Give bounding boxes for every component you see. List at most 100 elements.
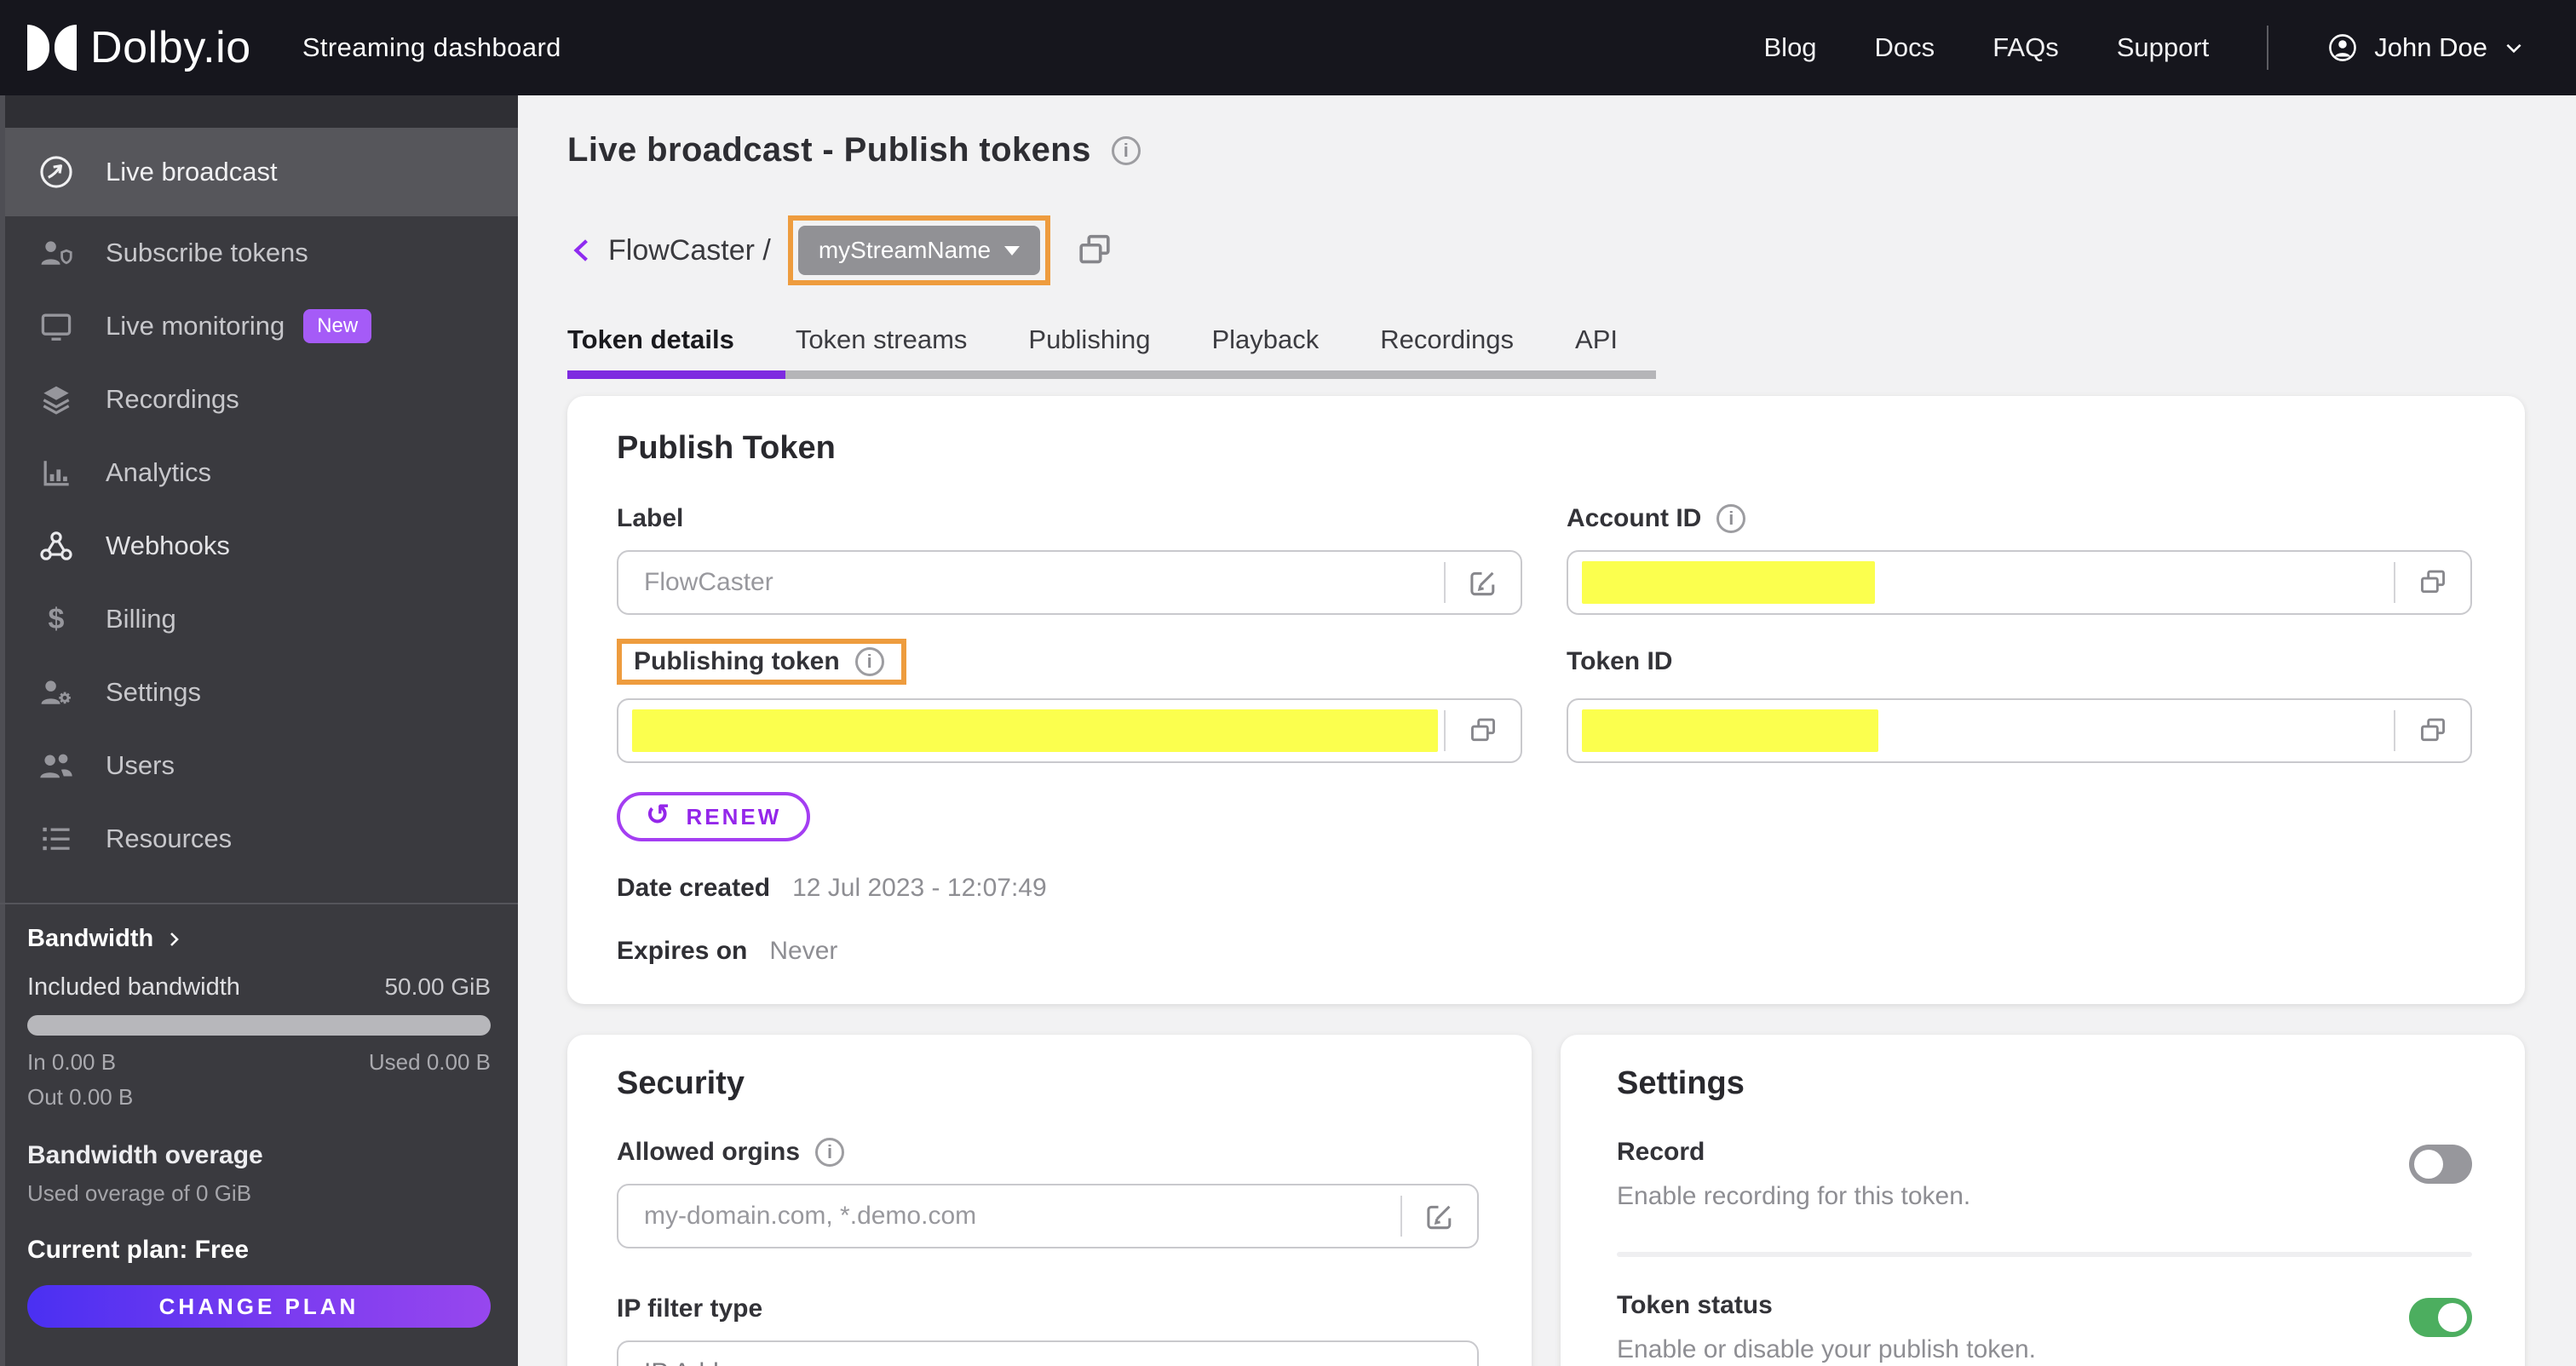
sidebar-item-label: Billing [106, 604, 176, 634]
included-bandwidth-label: Included bandwidth [27, 973, 240, 1001]
bandwidth-header[interactable]: Bandwidth [27, 925, 491, 953]
publish-token-title: Publish Token [617, 430, 836, 466]
copy-publishing-token-button[interactable] [1446, 700, 1521, 761]
new-badge: New [303, 309, 372, 343]
ip-filter-label-row: IP filter type [617, 1294, 1479, 1323]
sidebar-item-label: Subscribe tokens [106, 238, 308, 267]
edit-label-button[interactable] [1446, 552, 1521, 613]
webhook-icon [37, 527, 75, 565]
tab-api[interactable]: API [1575, 324, 1618, 355]
redacted-value [632, 709, 1438, 752]
person-gear-icon [37, 674, 75, 711]
edit-allowed-origins-button[interactable] [1402, 1185, 1477, 1247]
record-description: Enable recording for this token. [1617, 1182, 1971, 1210]
sidebar-item-live-monitoring[interactable]: Live monitoring New [0, 290, 518, 363]
sidebar-item-label: Live broadcast [106, 157, 278, 187]
ip-filter-select[interactable]: IP Addresses [617, 1340, 1479, 1366]
sidebar-item-label: Settings [106, 677, 202, 707]
chevron-right-icon [164, 929, 184, 950]
main-content: Live broadcast - Publish tokens i FlowCa… [518, 95, 2576, 1366]
token-status-row: Token status Enable or disable your publ… [1617, 1291, 2472, 1364]
copy-stream-name-button[interactable] [1074, 230, 1115, 271]
record-toggle[interactable] [2409, 1145, 2472, 1184]
sidebar-item-resources[interactable]: Resources [0, 802, 518, 875]
copy-account-id-button[interactable] [2395, 552, 2470, 613]
ip-filter-label: IP filter type [617, 1294, 763, 1323]
sidebar-item-subscribe-tokens[interactable]: Subscribe tokens [0, 216, 518, 290]
nav-link-blog[interactable]: Blog [1764, 32, 1817, 63]
tab-recordings[interactable]: Recordings [1380, 324, 1514, 355]
stream-name-dropdown[interactable]: myStreamName [797, 226, 1041, 275]
nav-link-docs[interactable]: Docs [1875, 32, 1935, 63]
nav-link-faqs[interactable]: FAQs [1992, 32, 2059, 63]
expires-label: Expires on [617, 937, 748, 965]
redacted-value [1582, 561, 1875, 604]
info-icon[interactable]: i [854, 647, 884, 676]
bandwidth-in: In 0.00 B [27, 1049, 117, 1075]
chevron-down-icon [2503, 37, 2525, 59]
sidebar-item-recordings[interactable]: Recordings [0, 363, 518, 436]
nav-link-support[interactable]: Support [2117, 32, 2210, 63]
tab-token-streams[interactable]: Token streams [796, 324, 968, 355]
allowed-origins-input[interactable]: my-domain.com, *.demo.com [617, 1184, 1479, 1248]
info-icon[interactable]: i [815, 1138, 845, 1167]
token-id-label-row: Token ID [1567, 639, 2472, 685]
tab-token-details[interactable]: Token details [567, 324, 734, 355]
date-created-label: Date created [617, 874, 771, 902]
publishing-token-label: Publishing token [634, 647, 840, 675]
dollar-icon: $ [48, 602, 65, 635]
topbar: Dolby.io Streaming dashboard Blog Docs F… [0, 0, 2576, 95]
info-icon[interactable]: i [1716, 504, 1746, 533]
publish-token-grid: Label FlowCaster Publishing token i ↺ RE… [617, 504, 2472, 966]
sidebar-item-label: Resources [106, 824, 233, 853]
settings-card: Settings Record Enable recording for thi… [1561, 1035, 2525, 1366]
renew-button[interactable]: ↺ RENEW [617, 792, 811, 841]
product-title: Streaming dashboard [302, 32, 561, 62]
sidebar-item-analytics[interactable]: Analytics [0, 436, 518, 509]
security-title: Security [617, 1065, 745, 1101]
bandwidth-panel: Bandwidth Included bandwidth 50.00 GiB I… [0, 903, 518, 1328]
sidebar-item-webhooks[interactable]: Webhooks [0, 509, 518, 583]
user-menu[interactable]: John Doe [2326, 32, 2525, 64]
tab-publishing[interactable]: Publishing [1028, 324, 1150, 355]
sidebar-item-users[interactable]: Users [0, 729, 518, 802]
nav-divider [2267, 26, 2269, 70]
token-id-input[interactable] [1567, 698, 2472, 763]
renew-label: RENEW [686, 803, 782, 829]
sidebar-item-billing[interactable]: $ Billing [0, 583, 518, 656]
account-id-label: Account ID [1567, 504, 1702, 532]
tab-playback[interactable]: Playback [1211, 324, 1319, 355]
monitor-icon [37, 307, 75, 345]
info-icon[interactable]: i [1111, 135, 1141, 165]
page-title-row: Live broadcast - Publish tokens i [567, 131, 2525, 169]
date-created-value: 12 Jul 2023 - 12:07:49 [792, 874, 1047, 902]
list-icon [37, 820, 75, 858]
copy-token-id-button[interactable] [2395, 700, 2470, 761]
chevron-down-icon [1426, 1359, 1453, 1366]
top-nav: Blog Docs FAQs Support John Doe [1764, 26, 2526, 70]
allowed-origins-label: Allowed orgins [617, 1138, 801, 1166]
label-input[interactable]: FlowCaster [617, 550, 1522, 615]
tab-track [567, 370, 1656, 379]
sidebar-item-settings[interactable]: Settings [0, 656, 518, 729]
bandwidth-overage-title: Bandwidth overage [27, 1141, 263, 1169]
expires-row: Expires on Never [617, 937, 1522, 966]
toggle-knob [2414, 1150, 2443, 1179]
sidebar-top-strip [0, 95, 518, 128]
bandwidth-overage-detail: Used overage of 0 GiB [27, 1180, 252, 1206]
account-id-input[interactable] [1567, 550, 2472, 615]
stream-name: myStreamName [818, 237, 992, 263]
token-status-toggle[interactable] [2409, 1298, 2472, 1337]
change-plan-button[interactable]: CHANGE PLAN [27, 1285, 491, 1328]
publishing-token-input[interactable] [617, 698, 1522, 763]
tab-labels: Token details Token streams Publishing P… [567, 324, 2525, 355]
account-id-label-row: Account ID i [1567, 504, 2472, 533]
bandwidth-used: Used 0.00 B [368, 1049, 491, 1075]
token-status-label: Token status [1617, 1291, 1773, 1319]
publishing-token-annotation-box: Publishing token i [617, 639, 906, 685]
sidebar-item-live-broadcast[interactable]: Live broadcast [0, 128, 518, 216]
chevron-left-icon[interactable] [567, 235, 598, 266]
publishing-token-label-row: Publishing token i [617, 639, 1522, 685]
record-row: Record Enable recording for this token. [1617, 1138, 2472, 1211]
breadcrumb: FlowCaster / myStreamName [567, 215, 2525, 285]
